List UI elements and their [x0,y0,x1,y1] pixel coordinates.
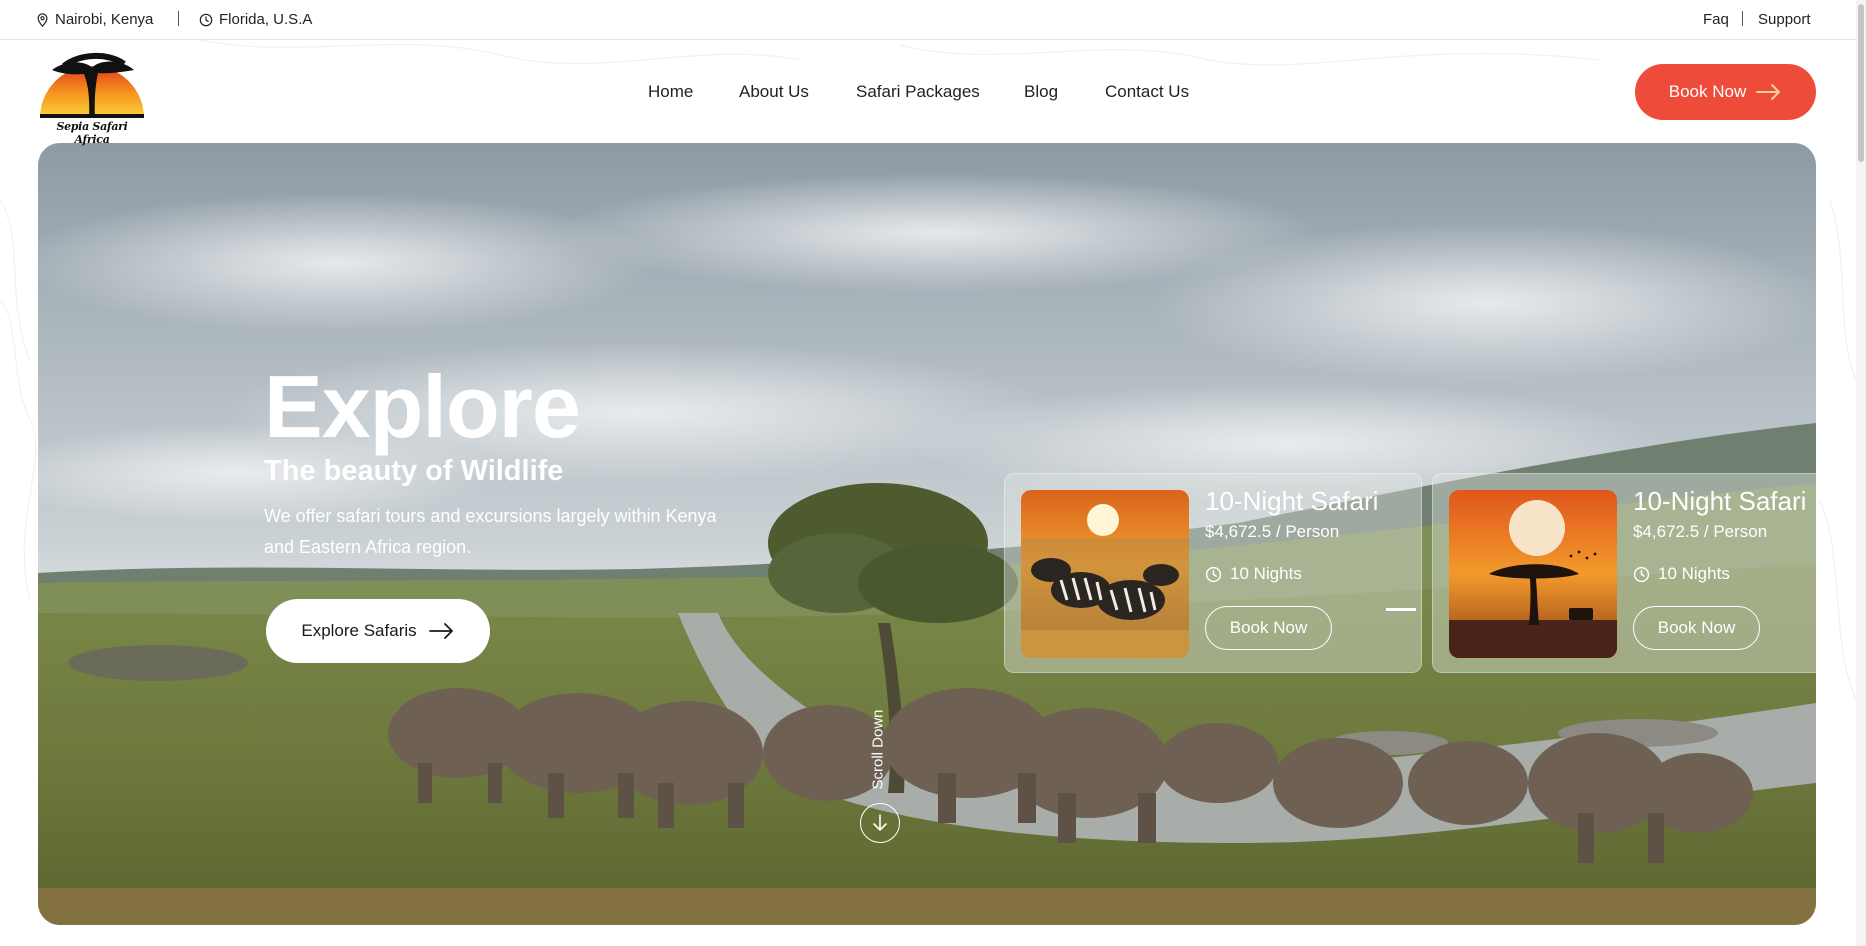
book-now-button[interactable]: Book Now [1635,64,1816,120]
arrow-right-icon [428,623,453,639]
main-navigation: Home About Us Safari Packages Blog Conta… [0,82,1866,104]
scrollbar-thumb[interactable] [1858,4,1864,162]
divider [178,11,179,26]
card-price: $4,672.5 / Person [1633,522,1768,541]
scroll-down-label: Scroll Down [869,709,887,790]
card-book-now-button[interactable]: Book Now [1633,606,1760,650]
hero-section: Explore The beauty of Wildlife We offer … [38,143,1816,925]
card-price: $4,672.5 / Person [1205,522,1340,541]
location-label: Nairobi, Kenya [55,11,154,28]
card-nights-label: 10 Nights [1230,564,1302,583]
slider-indicator [1386,608,1416,611]
location-label: Florida, U.S.A [219,11,313,28]
card-nights-label: 10 Nights [1658,564,1730,583]
card-duration: 10 Nights [1205,564,1302,584]
safari-card[interactable]: 10-Night Safari $4,672.5 / Person 10 Nig… [1004,473,1422,673]
book-now-label: Book Now [1668,82,1747,101]
nav-contact-us[interactable]: Contact Us [1105,82,1189,102]
location-florida: Florida, U.S.A [199,11,312,28]
top-info-bar: Nairobi, Kenya Florida, U.S.A Faq Suppor… [0,0,1856,40]
scroll-down-indicator[interactable]: Scroll Down [858,703,900,925]
arrow-down-icon[interactable] [860,803,900,843]
explore-safaris-button[interactable]: Explore Safaris [266,599,490,663]
nav-blog[interactable]: Blog [1024,82,1058,102]
card-title: 10-Night Safari [1633,486,1807,516]
nav-safari-packages[interactable]: Safari Packages [856,82,980,102]
card-book-now-button[interactable]: Book Now [1205,606,1332,650]
safari-card[interactable]: 10-Night Safari $4,672.5 / Person 10 Nig… [1432,473,1816,673]
nav-about-us[interactable]: About Us [739,82,809,102]
arrow-right-icon [1756,84,1781,100]
clock-icon [1633,566,1650,582]
faq-link[interactable]: Faq [1703,11,1729,28]
page-scrollbar[interactable] [1856,0,1866,946]
card-duration: 10 Nights [1633,564,1730,584]
scroll-down-label-wrap: Scroll Down [858,703,898,803]
zebras-at-sunset-image [1021,490,1189,658]
nav-home[interactable]: Home [648,82,693,102]
location-pin-icon [37,12,48,27]
location-nairobi: Nairobi, Kenya [36,11,153,28]
hero-title: Explore [264,357,581,456]
acacia-tree-sunset-image [1449,490,1617,658]
support-link[interactable]: Support [1758,11,1811,28]
hero-description: We offer safari tours and excursions lar… [264,506,717,557]
clock-icon [199,13,213,26]
clock-icon [1205,566,1222,582]
logo-text: Sepia Safari Africa [56,120,128,146]
divider [1742,11,1743,26]
explore-safaris-label: Explore Safaris [301,621,417,640]
card-title: 10-Night Safari [1205,486,1379,516]
hero-subtitle: The beauty of Wildlife [264,455,564,487]
